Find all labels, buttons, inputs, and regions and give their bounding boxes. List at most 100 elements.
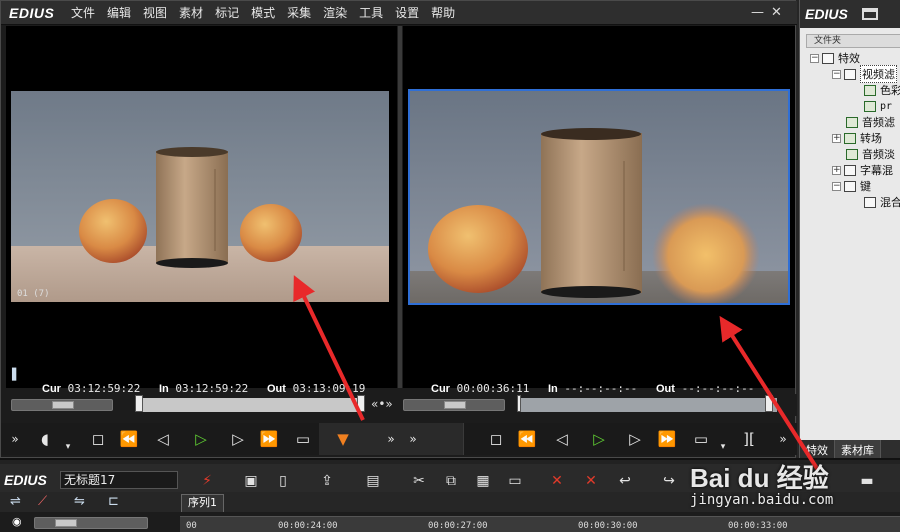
close-button[interactable]: ✕	[771, 5, 782, 20]
tree-node-color[interactable]: 色彩	[864, 82, 900, 98]
cut-icon[interactable]: ✂	[408, 471, 430, 491]
loop-play-icon[interactable]: ▭	[291, 427, 315, 451]
filter-icon	[864, 100, 876, 112]
undo-icon[interactable]: ↩	[614, 471, 636, 491]
camera-icon[interactable]: ▣	[240, 471, 262, 491]
menu-mode[interactable]: 模式	[251, 4, 275, 21]
more-right-icon[interactable]: »	[401, 427, 425, 451]
trim-icon[interactable]: ][	[737, 427, 761, 451]
player-in-marker[interactable]	[135, 395, 143, 412]
tab-bin[interactable]: 素材库	[835, 440, 881, 458]
collapse-icon[interactable]: −	[810, 53, 819, 63]
player-out-marker[interactable]	[357, 395, 365, 412]
project-name[interactable]: 无标题17	[60, 471, 178, 489]
tab-sequence-1[interactable]: 序列1	[181, 494, 224, 512]
track-toggle-icon[interactable]: ◉	[12, 515, 22, 528]
track-mode-icon[interactable]: ⇌	[10, 494, 21, 509]
ruler-tick: 00:00:27:00	[428, 521, 488, 531]
link-group-icon[interactable]: ⊏	[108, 494, 119, 509]
recorder-shuttle-slider[interactable]	[403, 399, 505, 411]
delete-icon[interactable]: ✕	[546, 471, 568, 491]
save-project-icon[interactable]: ▤	[362, 471, 384, 491]
menu-settings[interactable]: 设置	[395, 4, 419, 21]
tab-effects[interactable]: 特效	[800, 440, 835, 458]
expand-icon[interactable]: +	[832, 165, 841, 175]
recorder-shuttle-knob[interactable]	[444, 401, 466, 409]
rec-step-back-icon[interactable]: ◁	[550, 427, 574, 451]
insert-to-timeline-icon[interactable]: ▼	[331, 427, 355, 451]
more-mid-icon[interactable]: »	[379, 427, 403, 451]
menu-file[interactable]: 文件	[71, 4, 95, 21]
menu-edit[interactable]: 编辑	[107, 4, 131, 21]
copy-icon[interactable]: ⧉	[440, 471, 462, 491]
menu-clip[interactable]: 素材	[179, 4, 203, 21]
more-left-icon[interactable]: »	[3, 427, 27, 451]
player-monitor[interactable]: 01 (7) ▌ Cur 03:12:59:22 In 03:12:59:22 …	[6, 26, 397, 395]
recorder-monitor[interactable]: Cur 00:00:36:11 In --:--:--:-- Out --:--…	[403, 26, 795, 395]
rec-step-forward-icon[interactable]: ▷	[623, 427, 647, 451]
ruler-tick: 00:00:30:00	[578, 521, 638, 531]
zoom-slider[interactable]	[34, 517, 148, 529]
step-forward-icon[interactable]: ▷	[226, 427, 250, 451]
fast-forward-icon[interactable]: ⏩	[257, 427, 281, 451]
tree-node-transitions[interactable]: + 转场	[832, 130, 882, 146]
paste-icon[interactable]: ▦	[472, 471, 494, 491]
redo-icon[interactable]: ↪	[658, 471, 680, 491]
ripple-icon[interactable]: ⇋	[74, 494, 85, 509]
tree-node-audio-filters[interactable]: 音频滤	[846, 114, 895, 130]
link-icon[interactable]: «•»	[371, 397, 393, 411]
set-in-icon[interactable]: ◖	[33, 427, 57, 451]
recorder-position-bar[interactable]	[517, 398, 777, 412]
rec-play-icon[interactable]: ▷	[587, 427, 611, 451]
panel-tabs: 特效 素材库	[800, 440, 900, 458]
tree-node-video-filters[interactable]: − 视频滤	[832, 65, 897, 83]
stop-icon[interactable]: ◻	[86, 427, 110, 451]
menu-view[interactable]: 视图	[143, 4, 167, 21]
tree-node-keys[interactable]: − 键	[832, 178, 871, 194]
tree-node-pr[interactable]: pr	[864, 98, 892, 114]
rec-stop-icon[interactable]: ◻	[484, 427, 508, 451]
tree-node-title-mixers[interactable]: + 字幕混	[832, 162, 893, 178]
collapse-icon[interactable]: −	[832, 69, 841, 79]
rec-loop-play-icon[interactable]: ▭	[689, 427, 713, 451]
menu-help[interactable]: 帮助	[431, 4, 455, 21]
tree-node-effects[interactable]: − 特效	[810, 50, 860, 66]
menu-marker[interactable]: 标记	[215, 4, 239, 21]
rec-more-icon[interactable]: »	[771, 427, 795, 451]
player-position-bar[interactable]	[135, 398, 363, 412]
rec-rewind-icon[interactable]: ⏪	[515, 427, 539, 451]
ripple-delete-icon[interactable]: ✕	[580, 471, 602, 491]
mode-icon[interactable]: ⚡	[196, 471, 218, 491]
player-shuttle-knob[interactable]	[52, 401, 74, 409]
render-icon[interactable]: ▬	[856, 471, 878, 491]
new-sequence-icon[interactable]: ▯	[272, 471, 294, 491]
sync-icon[interactable]: ⟋	[38, 494, 47, 509]
tree-node-blend[interactable]: 混合	[864, 194, 900, 210]
recorder-playhead[interactable]	[517, 395, 521, 412]
zoom-knob[interactable]	[55, 519, 77, 527]
replace-icon[interactable]: ▭	[504, 471, 526, 491]
folder-icon[interactable]	[861, 8, 878, 20]
play-icon[interactable]: ▷	[189, 427, 213, 451]
expand-icon[interactable]: +	[832, 133, 841, 143]
rewind-icon[interactable]: ⏪	[117, 427, 141, 451]
rec-dropdown-icon[interactable]: ▾	[718, 435, 728, 459]
player-shuttle-slider[interactable]	[11, 399, 113, 411]
timeline-ruler[interactable]: 00 00:00:24:00 00:00:27:00 00:00:30:00 0…	[180, 516, 900, 532]
step-back-icon[interactable]: ◁	[151, 427, 175, 451]
menu-tools[interactable]: 工具	[359, 4, 383, 21]
menu-render[interactable]: 渲染	[323, 4, 347, 21]
open-project-icon[interactable]: ⇪	[316, 471, 338, 491]
folder-header: 文件夹	[806, 34, 900, 48]
tree-node-audio-fades[interactable]: 音频淡	[846, 146, 895, 162]
folder-icon	[844, 180, 856, 192]
rec-fast-forward-icon[interactable]: ⏩	[655, 427, 679, 451]
menu-capture[interactable]: 采集	[287, 4, 311, 21]
timeline-logo: EDIUS	[4, 472, 47, 488]
minimize-button[interactable]: —	[751, 5, 764, 20]
dropdown-icon[interactable]: ▾	[63, 435, 73, 459]
collapse-icon[interactable]: −	[832, 181, 841, 191]
recorder-out-marker[interactable]	[765, 395, 773, 412]
monitor-divider[interactable]	[398, 26, 402, 388]
frame-tag: 01 (7)	[17, 289, 50, 299]
